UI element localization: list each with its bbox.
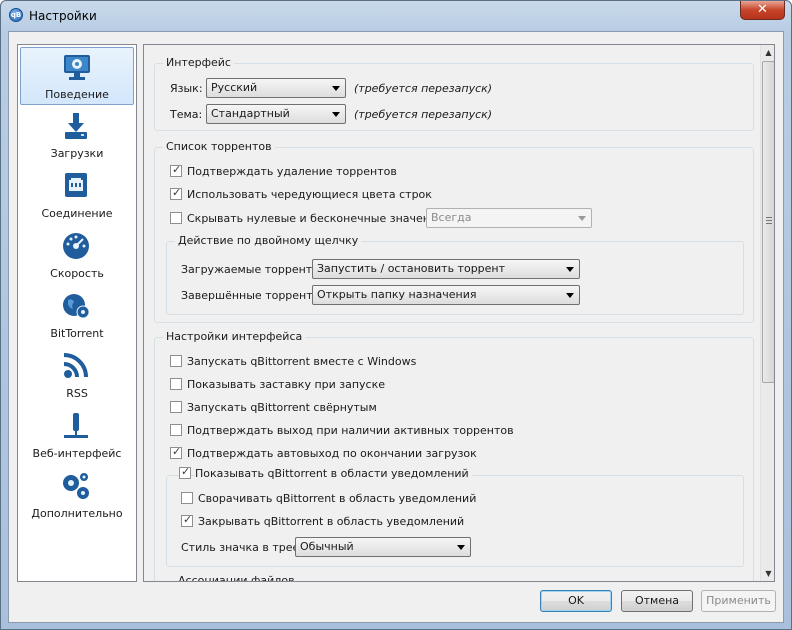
- confirm-auto-exit-checkbox[interactable]: [170, 445, 182, 459]
- minimize-to-tray-label: Сворачивать qBittorrent в область уведом…: [198, 492, 477, 505]
- theme-select[interactable]: Стандартный: [206, 104, 346, 124]
- language-value: Русский: [211, 81, 258, 94]
- scroll-down-arrow-icon[interactable]: ▼: [761, 566, 774, 581]
- downloading-action-label: Загружаемые торренты:: [181, 263, 325, 276]
- completed-action-value: Открыть папку назначения: [317, 288, 477, 301]
- confirm-auto-exit-label: Подтверждать автовыход по окончании загр…: [187, 447, 477, 460]
- confirm-exit-label: Подтверждать выход при наличии активных …: [187, 424, 514, 437]
- sidebar-item-web-ui[interactable]: Веб-интерфейс: [20, 407, 134, 465]
- sidebar-item-label: Соединение: [41, 207, 113, 220]
- apply-button[interactable]: Применить: [701, 590, 776, 612]
- file-assoc-group-title: Ассоциации файлов: [175, 574, 298, 581]
- sidebar-item-label: RSS: [66, 387, 88, 400]
- settings-window: qB Настройки ✕ Поведение Загрузки Соедин…: [0, 0, 792, 630]
- tray-icon-style-label: Стиль значка в трее:: [181, 541, 304, 554]
- double-click-group-title: Действие по двойному щелчку: [175, 234, 362, 247]
- sidebar-item-label: Загрузки: [50, 147, 104, 160]
- sidebar-item-label: BitTorrent: [50, 327, 104, 340]
- close-to-tray-checkbox[interactable]: [181, 513, 193, 527]
- show-splash-checkbox[interactable]: [170, 378, 182, 390]
- hide-zero-values-value: Всегда: [431, 211, 472, 224]
- theme-label: Тема:: [170, 108, 203, 121]
- start-minimized-label: Запускать qBittorrent свёрнутым: [187, 401, 377, 414]
- gears-icon: [63, 473, 89, 499]
- qbittorrent-app-icon: qB: [9, 8, 23, 22]
- speedometer-icon: [63, 233, 89, 259]
- chevron-down-icon: [578, 216, 586, 221]
- confirm-delete-checkbox[interactable]: [170, 163, 182, 177]
- show-splash-label: Показывать заставку при запуске: [187, 378, 386, 391]
- sidebar-item-label: Дополнительно: [31, 507, 123, 520]
- chevron-down-icon: [332, 86, 340, 91]
- sidebar-item-speed[interactable]: Скорость: [20, 227, 134, 285]
- hide-zero-values-checkbox[interactable]: [170, 212, 182, 224]
- hide-zero-values-select[interactable]: Всегда: [426, 208, 592, 228]
- dialog-client-area: Поведение Загрузки Соединение Скорость B…: [8, 31, 784, 623]
- grip-icon: [766, 217, 772, 224]
- hide-zero-values-label: Скрывать нулевые и бесконечные значения: [187, 212, 444, 225]
- settings-category-list: Поведение Загрузки Соединение Скорость B…: [17, 44, 137, 582]
- settings-content-panel: Интерфейс Язык: Русский (требуется перез…: [143, 44, 775, 582]
- language-select[interactable]: Русский: [206, 78, 346, 98]
- start-with-windows-checkbox[interactable]: [170, 355, 182, 367]
- close-to-tray-label: Закрывать qBittorrent в область уведомле…: [198, 515, 465, 528]
- monitor-gear-icon: [64, 55, 90, 80]
- chevron-down-icon: [566, 267, 574, 272]
- language-restart-hint: (требуется перезапуск): [354, 82, 493, 95]
- sidebar-item-advanced[interactable]: Дополнительно: [20, 467, 134, 525]
- web-ui-icon: [64, 413, 88, 438]
- sidebar-item-bittorrent[interactable]: BitTorrent: [20, 287, 134, 345]
- sidebar-item-connection[interactable]: Соединение: [20, 167, 134, 225]
- sidebar-item-rss[interactable]: RSS: [20, 347, 134, 405]
- scroll-up-arrow-icon[interactable]: ▲: [761, 45, 774, 60]
- chevron-down-icon: [332, 112, 340, 117]
- sidebar-item-label: Поведение: [45, 88, 109, 101]
- theme-value: Стандартный: [211, 107, 290, 120]
- chevron-down-icon: [566, 293, 574, 298]
- cancel-button[interactable]: Отмена: [621, 590, 693, 612]
- chevron-down-icon: [457, 545, 465, 550]
- torrent-list-group-title: Список торрентов: [163, 140, 275, 153]
- tray-icon-style-select[interactable]: Обычный: [295, 537, 471, 557]
- downloading-action-select[interactable]: Запустить / остановить торрент: [312, 259, 580, 279]
- scrollbar-thumb[interactable]: [762, 61, 774, 383]
- show-in-tray-label: Показывать qBittorrent в области уведомл…: [195, 467, 472, 480]
- download-icon: [65, 113, 87, 139]
- show-in-tray-checkbox[interactable]: [179, 465, 191, 479]
- alt-row-colors-label: Использовать чередующиеся цвета строк: [187, 188, 432, 201]
- theme-restart-hint: (требуется перезапуск): [354, 108, 493, 121]
- close-button[interactable]: ✕: [740, 1, 785, 20]
- ui-settings-group-title: Настройки интерфейса: [163, 330, 306, 343]
- file-assoc-group: Ассоциации файлов: [175, 574, 298, 581]
- start-with-windows-label: Запускать qBittorrent вместе с Windows: [187, 355, 417, 368]
- ok-button[interactable]: OK: [540, 590, 612, 612]
- window-title: Настройки: [29, 9, 97, 23]
- confirm-exit-checkbox[interactable]: [170, 424, 182, 436]
- network-port-icon: [65, 173, 87, 197]
- language-label: Язык:: [170, 82, 203, 95]
- tray-icon-style-value: Обычный: [300, 540, 354, 553]
- minimize-to-tray-checkbox[interactable]: [181, 492, 193, 504]
- downloading-action-value: Запустить / остановить торрент: [317, 262, 506, 275]
- sidebar-item-downloads[interactable]: Загрузки: [20, 107, 134, 165]
- sidebar-item-label: Скорость: [50, 267, 104, 280]
- sidebar-item-behavior[interactable]: Поведение: [20, 47, 134, 105]
- alt-row-colors-checkbox[interactable]: [170, 186, 182, 200]
- vertical-scrollbar[interactable]: ▲ ▼: [760, 45, 774, 581]
- rss-icon: [63, 353, 88, 378]
- sidebar-item-label: Веб-интерфейс: [32, 447, 122, 460]
- confirm-delete-label: Подтверждать удаление торрентов: [187, 165, 397, 178]
- completed-action-select[interactable]: Открыть папку назначения: [312, 285, 580, 305]
- globe-gear-icon: [63, 294, 90, 319]
- title-bar[interactable]: qB Настройки ✕: [1, 1, 791, 31]
- completed-action-label: Завершённые торренты:: [181, 289, 326, 302]
- interface-group-title: Интерфейс: [163, 56, 234, 69]
- start-minimized-checkbox[interactable]: [170, 401, 182, 413]
